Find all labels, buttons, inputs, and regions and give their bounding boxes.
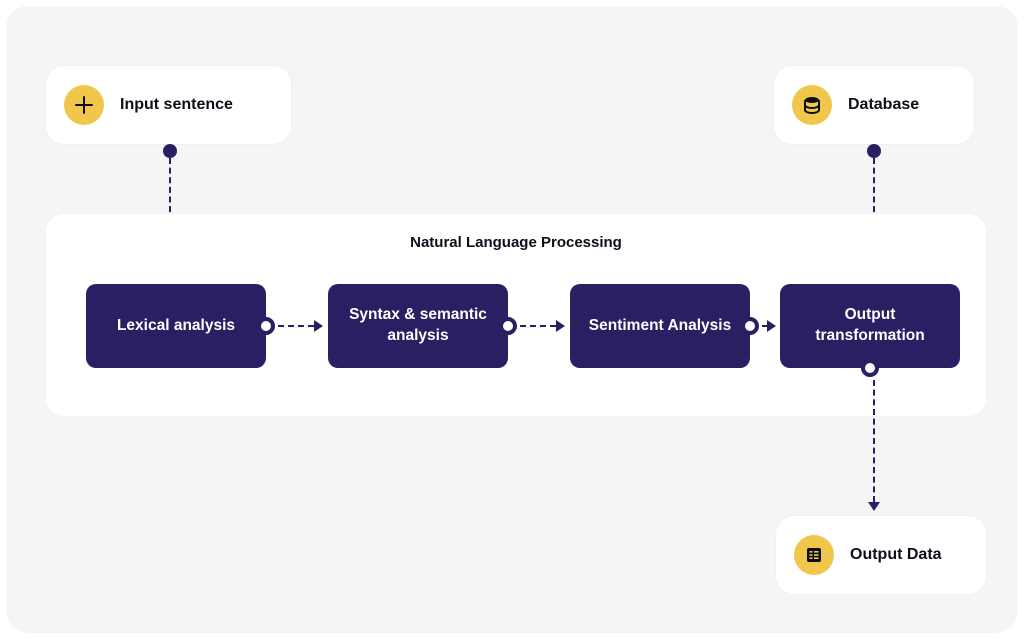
step-label: Output transformation (796, 305, 944, 347)
step-label: Syntax & semantic analysis (344, 305, 492, 347)
database-icon (792, 85, 832, 125)
database-label: Database (848, 96, 919, 114)
step-label: Sentiment Analysis (589, 316, 731, 337)
step-label: Lexical analysis (117, 316, 235, 337)
step-sentiment-analysis: Sentiment Analysis (570, 284, 750, 368)
connector-port (257, 317, 275, 335)
arrowhead-right-icon (314, 320, 323, 332)
connector-line (520, 325, 556, 327)
step-lexical-analysis: Lexical analysis (86, 284, 266, 368)
input-sentence-label: Input sentence (120, 96, 233, 114)
nlp-title: Natural Language Processing (46, 234, 986, 251)
arrowhead-right-icon (767, 320, 776, 332)
connector-line (873, 380, 875, 502)
output-data-icon (794, 535, 834, 575)
connector-dot (867, 144, 881, 158)
connector-dot (163, 144, 177, 158)
connector-line (278, 325, 314, 327)
arrowhead-right-icon (556, 320, 565, 332)
input-sentence-card: Input sentence (46, 66, 291, 144)
output-data-card: Output Data (776, 516, 986, 594)
output-data-label: Output Data (850, 546, 942, 564)
connector-port (741, 317, 759, 335)
nlp-container: Natural Language Processing Lexical anal… (46, 214, 986, 416)
plus-icon (64, 85, 104, 125)
diagram-canvas: Input sentence Database Natural Language… (6, 6, 1018, 633)
arrowhead-down-icon (868, 502, 880, 511)
connector-port (861, 359, 879, 377)
database-card: Database (774, 66, 974, 144)
step-output-transformation: Output transformation (780, 284, 960, 368)
step-syntax-semantic: Syntax & semantic analysis (328, 284, 508, 368)
connector-port (499, 317, 517, 335)
